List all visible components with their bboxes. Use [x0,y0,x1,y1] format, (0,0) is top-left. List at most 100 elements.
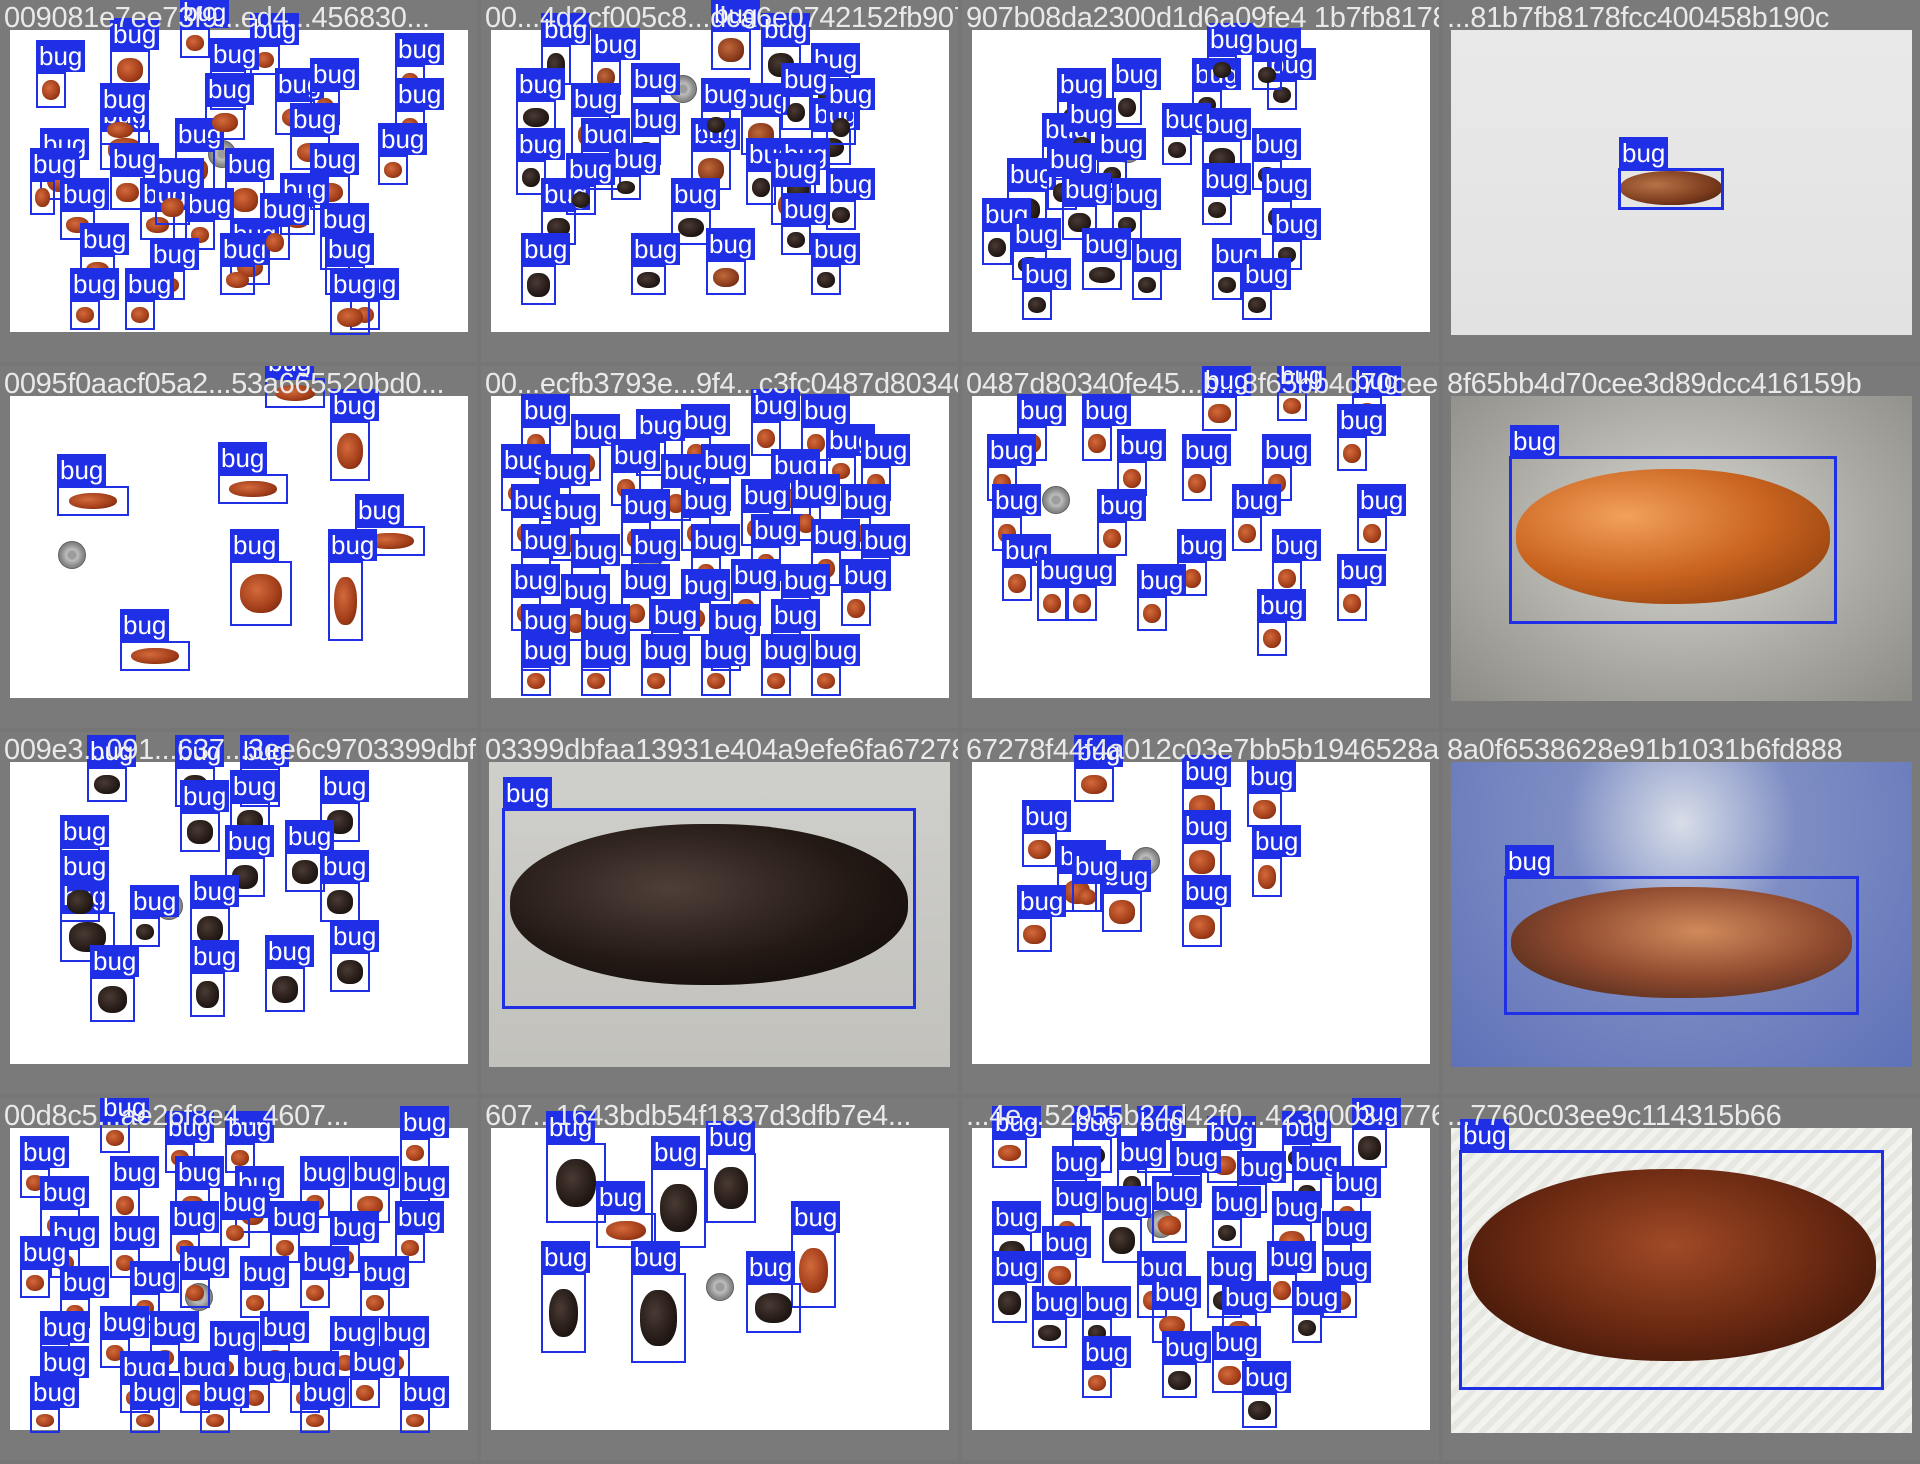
detection-label: bug [1112,178,1162,210]
detection-label: bug [350,1346,400,1378]
insect [265,232,285,253]
insect [41,79,61,101]
detection-label: bug [265,366,315,378]
insect [272,976,298,1003]
mosaic-tile: bug bug bug bug bug bug bug bug bug bug bug bug bug b… [481,0,958,362]
detection-label: bug [521,604,571,636]
detection-label: bug [265,935,315,967]
detection-label: bug [320,850,370,882]
detection-label: bug [611,143,661,175]
detection-box: bug [328,529,378,641]
detection-label: bug [771,599,821,631]
detection-box: bug [811,634,861,696]
detection-label: bug [300,1376,350,1408]
detection-label: bug [1152,1176,1202,1208]
detection-label: bug [541,13,591,45]
detection-label: bug [681,484,731,516]
detection-label: bug [631,103,681,135]
detection-box: bug [1459,1119,1884,1390]
detection-label: bug [1272,208,1322,240]
detection-label: bug [711,0,761,30]
detection-box: bug [155,158,205,225]
detection-label: bug [781,564,831,596]
detection-box: bug [701,78,751,140]
detection-label: bug [1117,1136,1167,1168]
insect [35,1413,55,1428]
insect [1137,276,1157,294]
detection-box: bug [180,780,230,852]
mosaic-tile: bug03399dbfaa13931e404a9efe6fa67278f44f4… [481,732,958,1094]
insect [1237,523,1257,544]
detection-label: bug [30,148,80,180]
insect [1023,924,1046,945]
detection-label: bug [125,268,175,300]
insect [1167,141,1187,159]
mosaic-tile: bugbugbugbugbugbugbugbugbugbugbug67278f4… [962,732,1439,1094]
detection-label: bug [180,1246,230,1278]
detection-label: bug [1082,1286,1132,1318]
insect [523,107,549,128]
detection-label: bug [1082,1336,1132,1368]
detection-label: bug [1117,429,1167,461]
detection-label: bug [521,524,571,556]
detection-box: bug [87,735,137,802]
detection-box: bug [70,268,120,330]
detection-label: bug [861,434,911,466]
detection-label: bug [175,1156,225,1188]
detection-label: bug [826,168,876,200]
mosaic-tile: bug bug bug bug bug bug bug bug bug bug bug bug bug b… [0,0,477,362]
detection-label: bug [1082,228,1132,260]
detection-label: bug [330,1316,380,1348]
detection-label: bug [230,529,280,561]
detection-box: bug [330,920,380,992]
insect [1212,61,1232,79]
detection-label: bug [1357,484,1407,516]
insect [327,890,353,914]
detection-label: bug [110,1156,160,1188]
detection-label: bug [761,13,811,45]
detection-label: bug [40,1346,90,1378]
detection-label: bug [87,735,137,767]
detection-label: bug [60,178,110,210]
insect [185,34,205,52]
detection-box: bug [631,233,681,295]
detection-box: bug [100,1098,150,1153]
detection-label: bug [1037,554,1087,586]
detection-label: bug [1042,1226,1092,1258]
detection-label: bug [200,1376,250,1408]
detection-label: bug [1277,366,1327,391]
detection-box: bug [1212,1186,1262,1248]
insect [365,1294,385,1312]
detection-box: bug [360,1256,410,1318]
detection-box: bug [1252,825,1302,897]
insect [1109,900,1135,924]
detection-label: bug [36,40,86,72]
detection-label: bug [1202,163,1252,195]
detection-box: bug [1097,489,1147,556]
detection-box: bug [1022,258,1072,320]
detection-label: bug [1257,589,1307,621]
detection-box: bug [541,1241,591,1353]
detection-label: bug [30,1376,80,1408]
insect [1272,1280,1292,1301]
detection-label: bug [561,574,611,606]
detection-box: bug [130,1376,180,1433]
detection-box: bug [781,63,831,130]
detection-label: bug [1352,366,1402,396]
detection-label: bug [571,83,621,115]
detection-box: bug [781,193,831,255]
detection-box: bug [581,634,631,696]
detection-label: bug [378,123,428,155]
detection-label: bug [1132,238,1182,270]
detection-label: bug [1460,1119,1510,1151]
detection-label: bug [355,494,405,526]
detection-box: bug [1032,1286,1082,1348]
insect [1207,201,1227,219]
insect [274,384,316,402]
detection-label: bug [1510,425,1560,457]
mosaic-tile: bug bug bug bug bug bug bug bug 607...1643bdb54f… [481,1098,958,1460]
detection-label: bug [1082,394,1132,426]
insect [1217,276,1237,294]
detection-label: bug [706,1121,756,1153]
detection-label: bug [320,770,370,802]
